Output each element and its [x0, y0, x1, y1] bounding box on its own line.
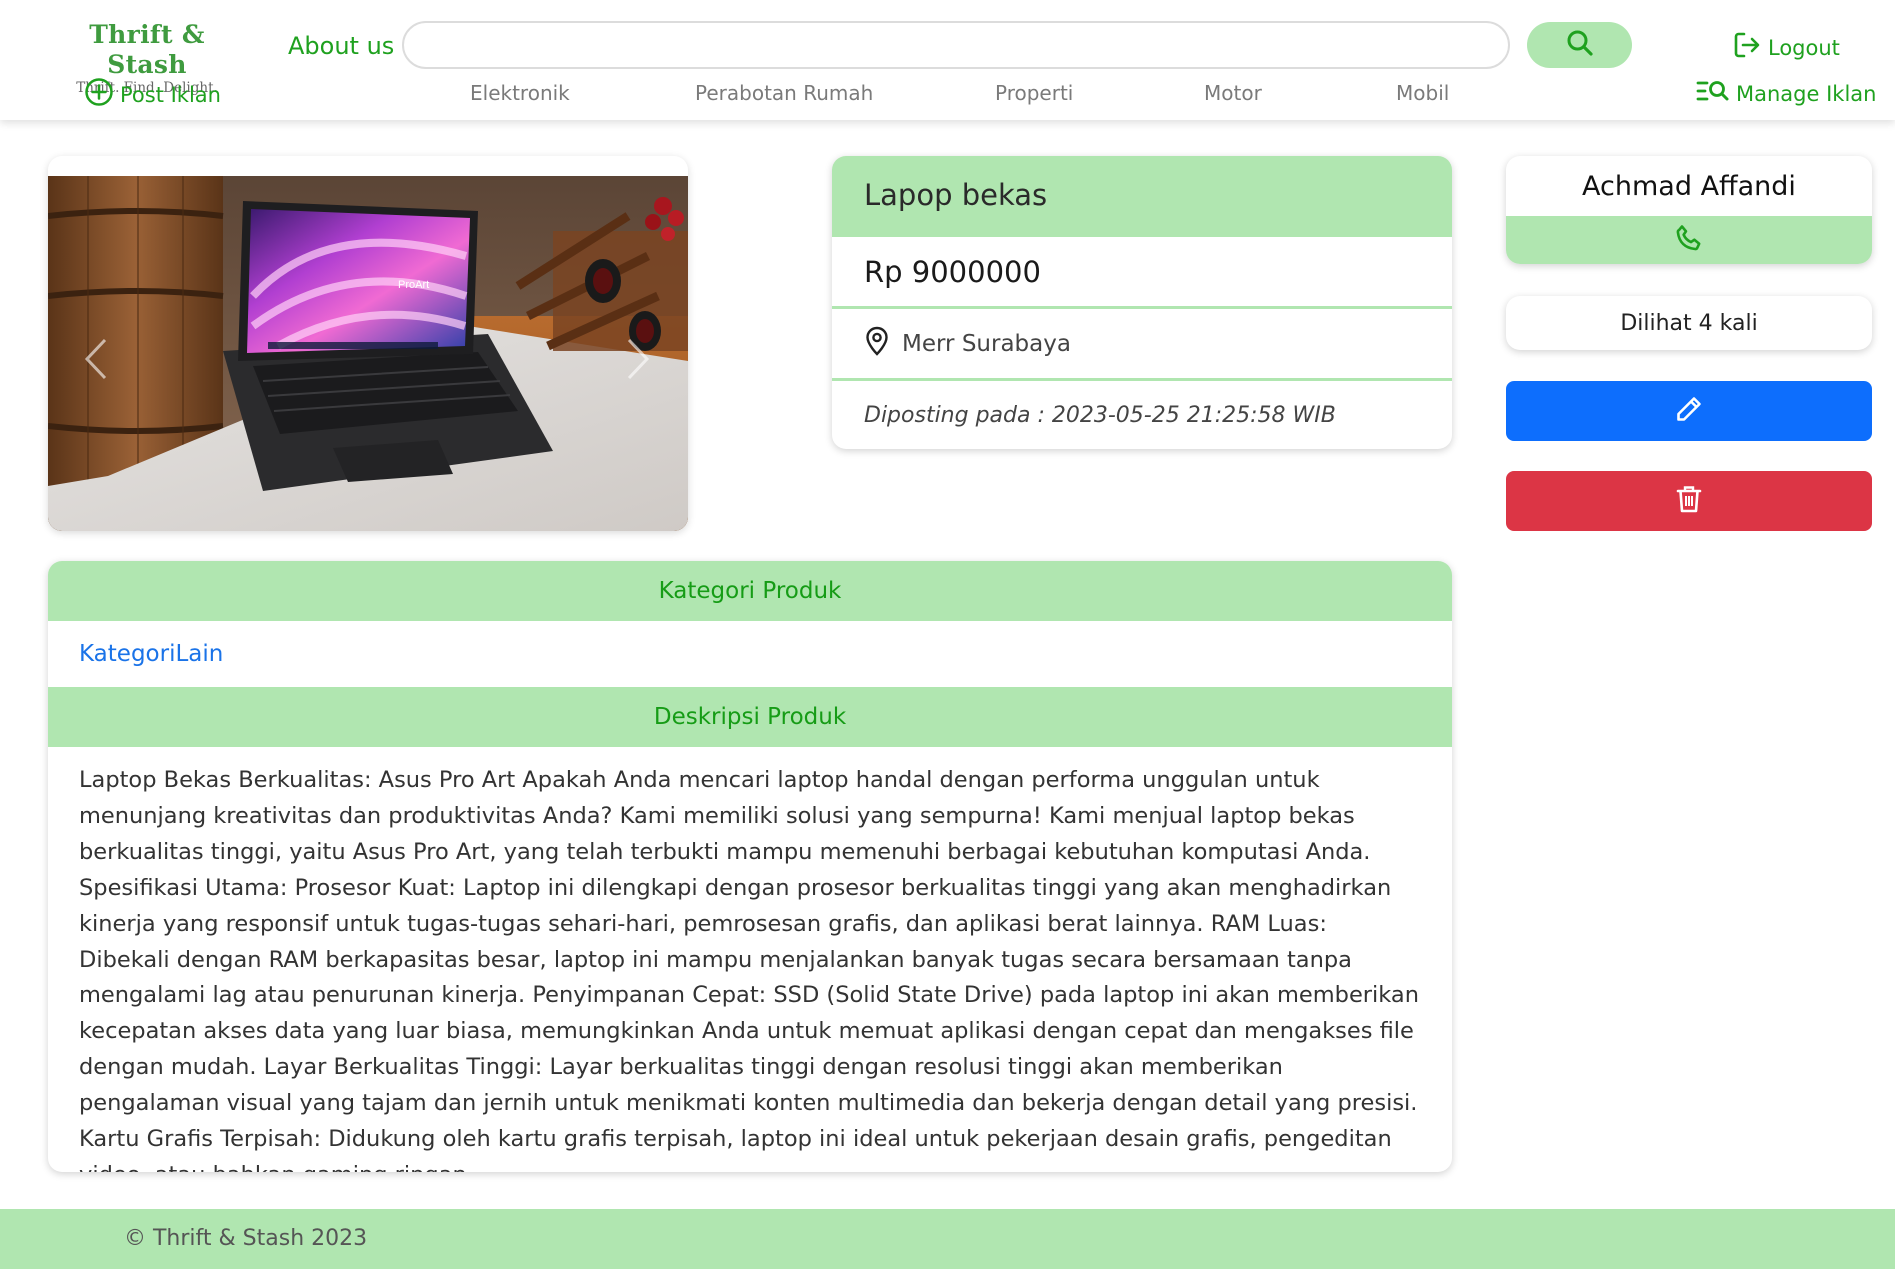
category-link[interactable]: KategoriLain [79, 641, 223, 667]
category-link-elektronik[interactable]: Elektronik [470, 81, 570, 105]
manage-iklan-label: Manage Iklan [1736, 81, 1877, 106]
logout-icon [1732, 30, 1762, 65]
navbar: Thrift & Stash Thrift. Find. Delight. Po… [0, 0, 1895, 120]
posted-row: Diposting pada : 2023-05-25 21:25:58 WIB [832, 378, 1452, 449]
search-input[interactable] [402, 21, 1510, 69]
edit-listing-button[interactable] [1506, 381, 1872, 441]
about-us-link[interactable]: About us [288, 32, 394, 60]
manage-iklan-link[interactable]: Manage Iklan [1696, 78, 1876, 109]
pencil-icon [1674, 394, 1704, 428]
category-row: KategoriLain [48, 621, 1452, 687]
map-pin-icon [864, 326, 890, 362]
category-link-properti[interactable]: Properti [995, 81, 1073, 105]
plus-circle-icon [84, 77, 114, 112]
search-button[interactable] [1527, 22, 1632, 68]
post-iklan-link[interactable]: Post Iklan [84, 77, 221, 112]
price-row: Rp 9000000 [832, 234, 1452, 306]
category-link-mobil[interactable]: Mobil [1396, 81, 1449, 105]
seller-name: Achmad Affandi [1582, 170, 1796, 202]
category-link-motor[interactable]: Motor [1204, 81, 1262, 105]
description-heading: Deskripsi Produk [48, 687, 1452, 747]
product-image-carousel: ProArt [48, 156, 688, 531]
category-heading: Kategori Produk [48, 561, 1452, 621]
logout-label: Logout [1768, 35, 1840, 60]
search-icon [1565, 28, 1595, 62]
carousel-prev-button[interactable] [76, 331, 116, 391]
posted-date: Diposting pada : 2023-05-25 21:25:58 WIB [864, 403, 1336, 428]
brand-title: Thrift & Stash [89, 20, 205, 79]
seller-card: Achmad Affandi [1506, 156, 1872, 264]
chevron-left-icon [83, 337, 109, 385]
product-title: Lapop bekas [832, 156, 1452, 234]
view-count: Dilihat 4 kali [1506, 296, 1872, 350]
footer-copyright: © Thrift & Stash 2023 [124, 1226, 368, 1251]
post-iklan-label: Post Iklan [120, 82, 221, 107]
phone-icon [1674, 223, 1704, 257]
product-details-card: Kategori Produk KategoriLain Deskripsi P… [48, 561, 1452, 1172]
footer: © Thrift & Stash 2023 [0, 1209, 1895, 1269]
carousel-next-button[interactable] [618, 331, 658, 391]
location-row: Merr Surabaya [832, 306, 1452, 378]
delete-listing-button[interactable] [1506, 471, 1872, 531]
call-seller-button[interactable] [1506, 216, 1872, 264]
list-search-icon [1696, 78, 1730, 109]
screen-text: ProArt [398, 279, 429, 291]
product-location: Merr Surabaya [902, 330, 1071, 357]
product-price: Rp 9000000 [864, 254, 1041, 289]
logout-link[interactable]: Logout [1732, 30, 1840, 65]
product-description: Laptop Bekas Berkualitas: Asus Pro Art A… [79, 767, 1419, 1172]
chevron-right-icon [625, 337, 651, 385]
product-info-card: Lapop bekas Rp 9000000 Merr Surabaya Dip… [832, 156, 1452, 449]
trash-icon [1675, 484, 1703, 518]
category-link-perabotan-rumah[interactable]: Perabotan Rumah [695, 81, 873, 105]
product-photo: ProArt [48, 176, 688, 531]
